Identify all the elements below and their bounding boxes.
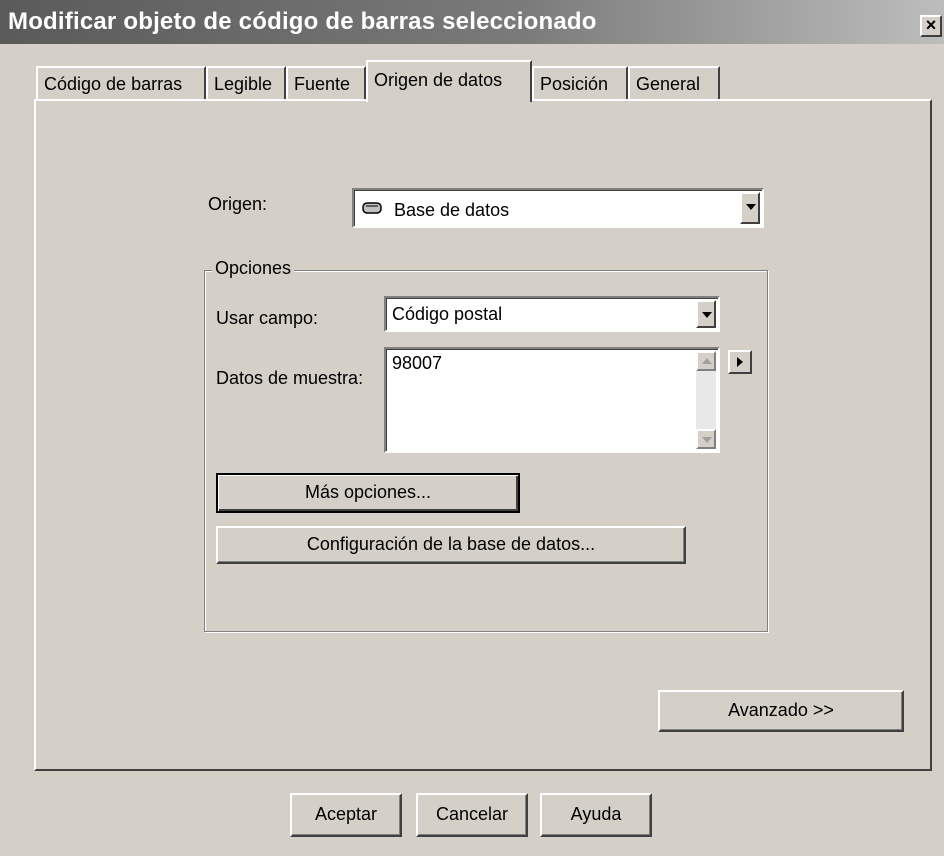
field-label: Usar campo: bbox=[216, 308, 319, 328]
ok-label: Aceptar bbox=[314, 804, 378, 824]
chevron-down-icon[interactable] bbox=[696, 300, 716, 328]
database-icon bbox=[362, 202, 382, 214]
scroll-down-icon[interactable] bbox=[696, 429, 716, 449]
help-label: Ayuda bbox=[570, 804, 622, 824]
origin-value: Base de datos bbox=[394, 200, 510, 220]
more-options-label: Más opciones... bbox=[304, 482, 432, 502]
origin-select[interactable]: Base de datos bbox=[352, 188, 764, 228]
dialog-window: Modificar objeto de código de barras sel… bbox=[0, 0, 944, 856]
ok-button[interactable]: Aceptar bbox=[290, 793, 402, 837]
sample-value: 98007 bbox=[392, 353, 443, 373]
help-button[interactable]: Ayuda bbox=[540, 793, 652, 837]
advanced-label: Avanzado >> bbox=[728, 700, 834, 720]
insert-field-arrow-button[interactable] bbox=[728, 350, 752, 374]
cancel-label: Cancelar bbox=[435, 804, 509, 824]
db-config-button[interactable]: Configuración de la base de datos... bbox=[216, 526, 686, 564]
scroll-up-icon[interactable] bbox=[696, 351, 716, 371]
panel-content: Origen: Base de datos Opciones Usar camp… bbox=[0, 0, 944, 856]
vertical-scrollbar[interactable] bbox=[696, 351, 716, 449]
db-config-label: Configuración de la base de datos... bbox=[306, 534, 596, 554]
advanced-button[interactable]: Avanzado >> bbox=[658, 690, 904, 732]
chevron-down-icon[interactable] bbox=[740, 192, 760, 224]
options-legend: Opciones bbox=[212, 258, 295, 279]
field-value: Código postal bbox=[392, 304, 503, 324]
sample-data-field[interactable]: 98007 bbox=[384, 347, 720, 453]
more-options-button[interactable]: Más opciones... bbox=[216, 473, 520, 513]
field-select[interactable]: Código postal bbox=[384, 296, 720, 332]
sample-label: Datos de muestra: bbox=[216, 368, 364, 388]
origin-label: Origen: bbox=[208, 194, 268, 214]
cancel-button[interactable]: Cancelar bbox=[416, 793, 528, 837]
